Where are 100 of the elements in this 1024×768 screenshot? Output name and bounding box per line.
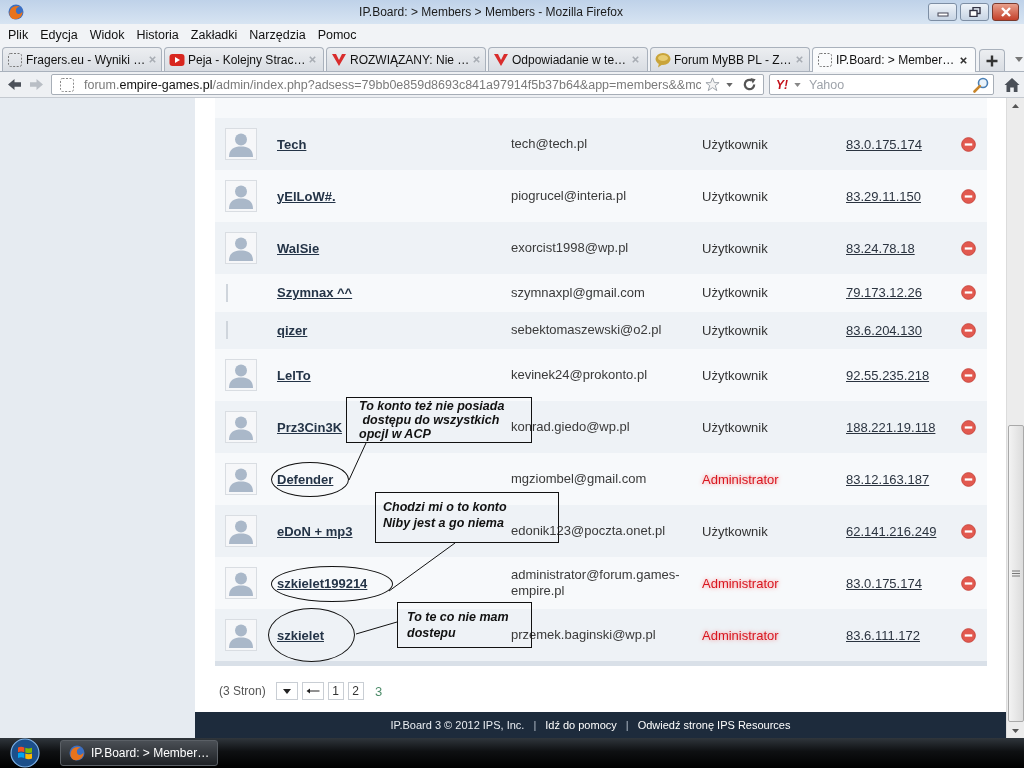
ip-address-link[interactable]: 83.24.78.18 [846, 240, 915, 256]
address-field[interactable]: forum.empire-games.pl/admin/index.php?adsess=79bb0e859d8693c841a97914f5b37b64&app=members&&mc [51, 74, 764, 95]
browser-tab[interactable]: Peja - Kolejny Strac… [164, 47, 324, 71]
menu-item[interactable]: Widok [83, 25, 131, 45]
close-button[interactable] [992, 3, 1019, 21]
menu-item[interactable]: Historia [130, 25, 185, 45]
delete-button[interactable] [961, 136, 976, 152]
plus-icon [986, 54, 998, 67]
new-tab-button[interactable] [979, 49, 1005, 71]
minus-circle-icon [961, 627, 976, 643]
member-name-link[interactable]: qizer [277, 322, 308, 338]
browser-tab[interactable]: ROZWIĄZANY: Nie … [326, 47, 486, 71]
minus-circle-icon [961, 285, 976, 301]
footer-link[interactable]: Odwiedź stronę IPS Resources [637, 719, 791, 731]
delete-button[interactable] [961, 188, 976, 204]
minus-circle-icon [961, 575, 976, 591]
footer-separator: | [625, 719, 629, 731]
reload-icon[interactable] [742, 77, 757, 92]
ip-address-link[interactable]: 62.141.216.249 [846, 523, 937, 539]
menu-item[interactable]: Plik [2, 25, 35, 45]
current-page: 3 [374, 682, 384, 700]
delete-button[interactable] [961, 285, 976, 301]
scrollbar[interactable] [1006, 98, 1024, 738]
menu-item[interactable]: Edycja [34, 25, 84, 45]
left-arrow-icon [6, 78, 22, 91]
member-name-link[interactable]: eDoN + mp3 [277, 523, 353, 539]
page-jump-button[interactable] [275, 682, 298, 700]
search-icon[interactable] [973, 76, 989, 93]
v-mark-icon [331, 51, 347, 68]
menu-item[interactable]: Narzędzia [243, 25, 312, 45]
member-name-link[interactable]: Defender [277, 471, 334, 487]
email-text: exorcist1998@wp.pl [511, 240, 629, 256]
delete-button[interactable] [961, 322, 976, 338]
ip-address-link[interactable]: 92.55.235.218 [846, 367, 930, 383]
page-link[interactable]: 1 [327, 682, 344, 700]
flag-orb-icon [10, 738, 40, 768]
email-text: szymnaxpl@gmail.com [511, 284, 645, 301]
ip-address-link[interactable]: 83.29.11.150 [846, 188, 921, 204]
ip-address-link[interactable]: 79.173.12.26 [846, 285, 922, 301]
browser-tab[interactable]: IP.Board: > Member… [812, 47, 976, 72]
footer-link[interactable]: Idź do pomocy [545, 719, 617, 731]
search-engine-logo[interactable]: Y! [776, 77, 788, 92]
ip-address-link[interactable]: 83.6.111.172 [846, 627, 920, 643]
group-label: Użytkownik [702, 322, 768, 338]
minus-circle-icon [961, 471, 976, 487]
email-text: tech@tech.pl [511, 136, 588, 152]
taskbar-task-button[interactable]: IP.Board: > Member… [60, 740, 218, 766]
member-name-link[interactable]: Prz3Cin3K [277, 419, 343, 435]
group-label: Użytkownik [702, 240, 768, 256]
ip-address-link[interactable]: 83.0.175.174 [846, 575, 922, 591]
delete-button[interactable] [961, 240, 976, 256]
caret-down-icon[interactable] [726, 82, 733, 87]
close-tab-icon[interactable] [959, 55, 968, 65]
member-name-link[interactable]: Szymnax ^^ [277, 285, 353, 301]
menu-item[interactable]: Zakładki [184, 25, 244, 45]
page-link[interactable]: 2 [347, 682, 364, 700]
start-button[interactable] [8, 738, 42, 768]
member-name-link[interactable]: szkielet199214 [277, 575, 368, 591]
delete-button[interactable] [961, 627, 976, 643]
caret-down-icon[interactable] [1015, 57, 1023, 62]
ip-address-link[interactable]: 188.221.19.118 [846, 419, 936, 435]
member-name-link[interactable]: Tech [277, 136, 307, 152]
annotation-text: To te co nie mam dostepu [407, 609, 509, 641]
group-label: Użytkownik [702, 523, 768, 539]
left-arrow-icon [305, 688, 320, 694]
member-name-link[interactable]: LelTo [277, 367, 311, 383]
browser-tab[interactable]: Fragers.eu - Wyniki … [2, 47, 162, 71]
minus-circle-icon [961, 188, 976, 204]
menu-item[interactable]: Pomoc [311, 25, 363, 45]
minus-circle-icon [961, 240, 976, 256]
member-name-link[interactable]: WalSie [277, 240, 320, 256]
minus-circle-icon [961, 136, 976, 152]
browser-tab[interactable]: Forum MyBB PL - Z… [650, 47, 810, 71]
ip-address-link[interactable]: 83.6.204.130 [846, 322, 922, 338]
ip-address-link[interactable]: 83.0.175.174 [846, 136, 922, 152]
group-label: Administrator [702, 627, 779, 643]
ip-address-link[interactable]: 83.12.163.187 [846, 471, 930, 487]
minus-circle-icon [961, 367, 976, 383]
delete-button[interactable] [961, 419, 976, 435]
member-name-link[interactable]: yElLoW#. [277, 188, 336, 204]
group-label: Użytkownik [702, 188, 768, 204]
star-icon[interactable] [705, 77, 720, 92]
right-arrow-icon [28, 78, 44, 91]
home-icon[interactable] [1004, 76, 1020, 93]
search-field[interactable]: Y! Yahoo [769, 74, 994, 95]
delete-button[interactable] [961, 523, 976, 539]
grip-icon [1012, 570, 1020, 577]
member-name-link[interactable]: szkielet [277, 627, 324, 643]
delete-button[interactable] [961, 575, 976, 591]
delete-button[interactable] [961, 471, 976, 487]
scrollbar-thumb[interactable] [1008, 425, 1024, 722]
copyright-text: IP.Board 3 © 2012 IPS, Inc. [390, 719, 525, 731]
restore-button[interactable] [960, 3, 989, 21]
delete-button[interactable] [961, 367, 976, 383]
play-icon [169, 51, 185, 68]
speech-bubble-icon [655, 51, 671, 68]
caret-down-icon[interactable] [794, 82, 801, 87]
email-text: sebektomaszewski@o2.pl [511, 322, 662, 339]
browser-tab[interactable]: Odpowiadanie w te… [488, 47, 648, 71]
annotation-text: To konto też nie posiada dostępu do wszystkich opcjI w ACP [359, 399, 505, 441]
